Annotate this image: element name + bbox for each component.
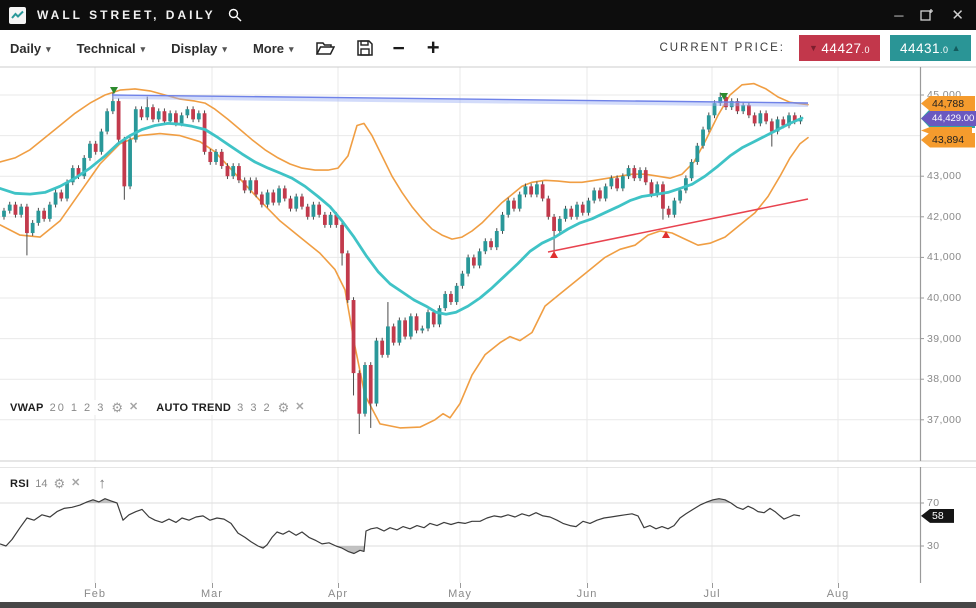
rsi-indicator-params: 14 <box>35 478 47 490</box>
chevron-down-icon: ▾ <box>222 44 227 55</box>
current-price-group: CURRENT PRICE: ▼ 44427 .0 44431 .0 ▲ <box>659 35 971 61</box>
month-axis-label: Mar <box>195 588 229 600</box>
zoom-in-button[interactable]: + <box>427 37 440 59</box>
vwap-settings-gear-icon[interactable]: ⚙ <box>111 401 123 414</box>
search-icon[interactable] <box>228 8 242 22</box>
month-axis-label: Jun <box>570 588 604 600</box>
autotrend-remove-icon[interactable]: ✕ <box>295 402 304 413</box>
chevron-down-icon: ▾ <box>46 44 51 55</box>
menu-more[interactable]: More ▾ <box>253 41 294 56</box>
menu-timeframe[interactable]: Daily ▾ <box>10 41 51 56</box>
buy-price-button[interactable]: 44431 .0 ▲ <box>890 35 971 61</box>
buy-price-decimal: .0 <box>940 45 949 55</box>
rsi-remove-icon[interactable]: ✕ <box>71 478 80 489</box>
bollinger-upper-tag: 44,788 <box>921 96 975 111</box>
save-icon[interactable] <box>357 40 373 56</box>
close-button[interactable]: ✕ <box>951 8 964 23</box>
popout-button[interactable] <box>920 8 934 23</box>
rsi-axis-label: 30 <box>927 540 939 552</box>
month-axis-label: May <box>443 588 477 600</box>
rsi-indicator-row: RSI 14 ⚙ ✕ ↑ <box>8 476 106 491</box>
menu-technical[interactable]: Technical ▾ <box>77 41 146 56</box>
rsi-pane[interactable] <box>0 467 976 583</box>
price-axis-label: 41,000 <box>927 251 962 263</box>
price-axis-label: 43,000 <box>927 170 962 182</box>
price-chart-canvas[interactable]: VWAP 20 1 2 3 ⚙ ✕ AUTO TREND 3 3 2 ⚙ ✕ R… <box>0 66 976 608</box>
minimize-button[interactable]: ─ <box>894 9 903 22</box>
rsi-axis-label: 70 <box>927 497 939 509</box>
buy-price-value: 44431 <box>900 41 940 56</box>
sell-price-value: 44427 <box>821 41 861 56</box>
vwap-indicator-label: VWAP <box>10 402 44 414</box>
rsi-move-up-icon[interactable]: ↑ <box>98 476 106 491</box>
open-folder-icon[interactable] <box>316 41 335 56</box>
vwap-price-tag: 44,429.00 <box>921 111 976 126</box>
month-axis-label: Jul <box>695 588 729 600</box>
menu-technical-label: Technical <box>77 41 136 56</box>
month-axis-label: Feb <box>78 588 112 600</box>
price-up-arrow-icon: ▲ <box>952 44 961 53</box>
price-axis-label: 38,000 <box>927 373 962 385</box>
vwap-indicator-params: 20 1 2 3 <box>50 402 106 414</box>
price-down-arrow-icon: ▼ <box>809 44 818 53</box>
zoom-out-button[interactable]: − <box>393 38 405 59</box>
overlay-indicator-row: VWAP 20 1 2 3 ⚙ ✕ AUTO TREND 3 3 2 ⚙ ✕ <box>8 400 307 415</box>
window-bottom-edge <box>0 602 976 608</box>
rsi-settings-gear-icon[interactable]: ⚙ <box>54 477 66 490</box>
sell-price-decimal: .0 <box>861 45 870 55</box>
chevron-down-icon: ▾ <box>141 44 146 55</box>
price-axis-label: 37,000 <box>927 414 962 426</box>
trading-chart-window: WALL STREET, DAILY ─ ✕ Daily ▾ Technical… <box>0 0 976 608</box>
month-axis-label: Apr <box>321 588 355 600</box>
title-bar: WALL STREET, DAILY ─ ✕ <box>0 0 976 30</box>
window-title: WALL STREET, DAILY <box>37 8 216 22</box>
price-axis-label: 39,000 <box>927 333 962 345</box>
month-axis-label: Aug <box>821 588 855 600</box>
bollinger-lower-tag: 43,894 <box>921 133 975 148</box>
menu-timeframe-label: Daily <box>10 41 41 56</box>
app-logo-icon <box>9 7 26 24</box>
price-axis-label: 42,000 <box>927 211 962 223</box>
current-price-label: CURRENT PRICE: <box>659 42 785 54</box>
chevron-down-icon: ▾ <box>289 44 294 55</box>
menu-display[interactable]: Display ▾ <box>171 41 227 56</box>
autotrend-settings-gear-icon[interactable]: ⚙ <box>278 401 290 414</box>
menu-more-label: More <box>253 41 284 56</box>
sell-price-button[interactable]: ▼ 44427 .0 <box>799 35 880 61</box>
chart-toolbar: Daily ▾ Technical ▾ Display ▾ More ▾ − +… <box>0 30 976 67</box>
vwap-remove-icon[interactable]: ✕ <box>129 402 138 413</box>
rsi-indicator-label: RSI <box>10 478 29 490</box>
price-axis-label: 40,000 <box>927 292 962 304</box>
autotrend-indicator-label: AUTO TREND <box>156 402 231 414</box>
menu-display-label: Display <box>171 41 217 56</box>
autotrend-indicator-params: 3 3 2 <box>237 402 271 414</box>
